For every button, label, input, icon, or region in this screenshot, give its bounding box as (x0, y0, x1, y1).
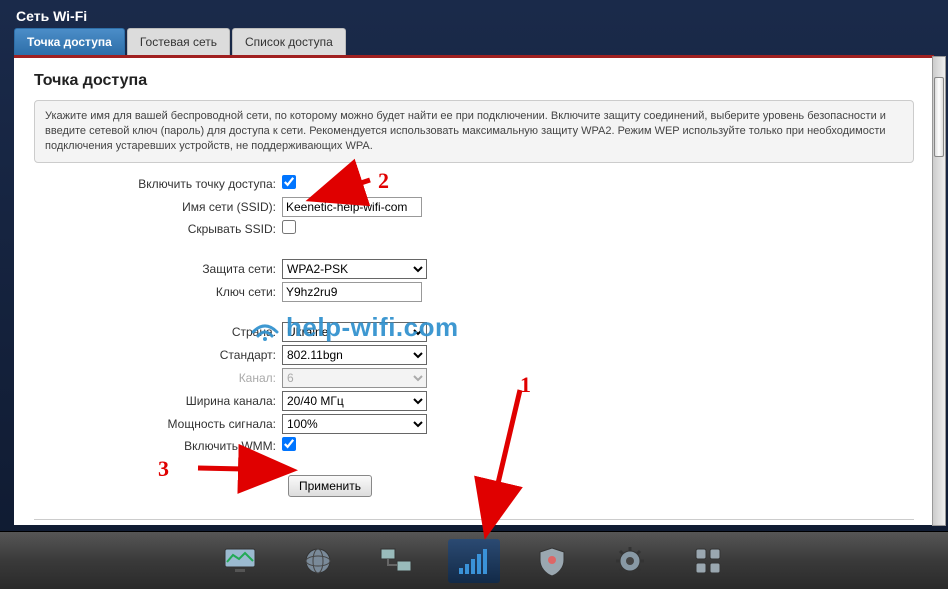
label-security: Защита сети: (34, 262, 282, 276)
select-power[interactable]: 100% (282, 414, 427, 434)
annotation-2: 2 (378, 168, 389, 194)
label-width: Ширина канала: (34, 394, 282, 408)
globe-icon (303, 546, 333, 576)
nav-monitor[interactable] (214, 539, 266, 583)
section-heading: Точка доступа (34, 72, 914, 90)
bottom-nav (0, 531, 948, 589)
label-channel: Канал: (34, 371, 282, 385)
apps-icon (694, 547, 722, 575)
gear-icon (615, 546, 645, 576)
separator (34, 519, 914, 520)
page-title: Сеть Wi-Fi (0, 0, 948, 28)
tab-access-point[interactable]: Точка доступа (14, 28, 125, 55)
checkbox-wmm[interactable] (282, 437, 296, 451)
scroll-thumb[interactable] (934, 77, 944, 157)
shield-icon (538, 546, 566, 576)
wifi-bars-icon (457, 546, 491, 576)
monitor-icon (223, 547, 257, 575)
label-power: Мощность сигнала: (34, 417, 282, 431)
apply-button[interactable]: Применить (288, 475, 372, 497)
label-country: Страна: (34, 325, 282, 339)
info-box: Укажите имя для вашей беспроводной сети,… (34, 100, 914, 163)
checkbox-hide-ssid[interactable] (282, 220, 296, 234)
nav-globe[interactable] (292, 539, 344, 583)
network-icon (379, 547, 413, 575)
nav-network[interactable] (370, 539, 422, 583)
label-ssid: Имя сети (SSID): (34, 200, 282, 214)
scrollbar[interactable] (932, 56, 946, 526)
label-enable-ap: Включить точку доступа: (34, 177, 282, 191)
tab-access-list[interactable]: Список доступа (232, 28, 346, 55)
label-wmm: Включить WMM: (34, 439, 282, 453)
tabs: Точка доступа Гостевая сеть Список досту… (14, 28, 948, 55)
select-channel: 6 (282, 368, 427, 388)
label-key: Ключ сети: (34, 285, 282, 299)
select-security[interactable]: WPA2-PSK (282, 259, 427, 279)
input-ssid[interactable] (282, 197, 422, 217)
content-area: Точка доступа Укажите имя для вашей бесп… (14, 55, 934, 525)
nav-wifi[interactable] (448, 539, 500, 583)
checkbox-enable-ap[interactable] (282, 175, 296, 189)
nav-apps[interactable] (682, 539, 734, 583)
tab-guest-network[interactable]: Гостевая сеть (127, 28, 230, 55)
input-key[interactable] (282, 282, 422, 302)
select-country[interactable]: Ukraine (282, 322, 427, 342)
annotation-1: 1 (520, 372, 531, 398)
select-standard[interactable]: 802.11bgn (282, 345, 427, 365)
select-width[interactable]: 20/40 МГц (282, 391, 427, 411)
annotation-3: 3 (158, 456, 169, 482)
nav-settings[interactable] (604, 539, 656, 583)
label-hide-ssid: Скрывать SSID: (34, 222, 282, 236)
nav-shield[interactable] (526, 539, 578, 583)
label-standard: Стандарт: (34, 348, 282, 362)
